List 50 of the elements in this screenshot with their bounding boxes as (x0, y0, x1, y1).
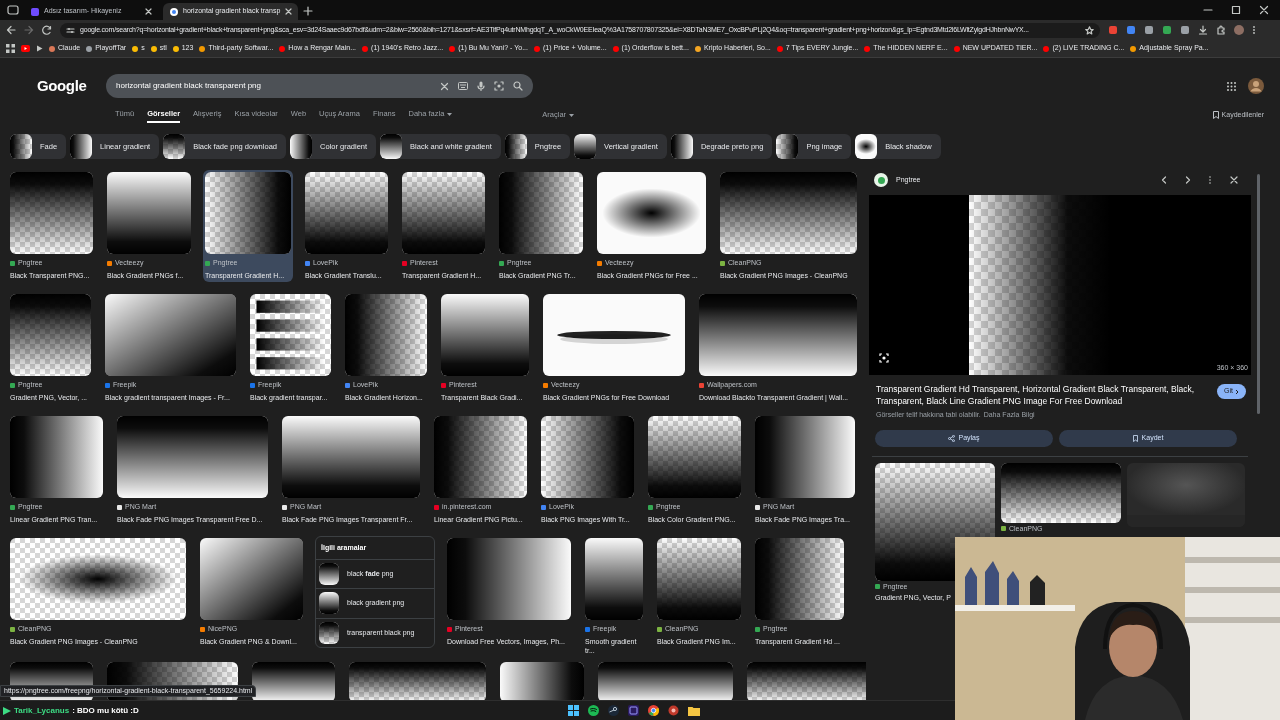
site-info-icon[interactable] (66, 25, 75, 35)
bookmark-icon (1212, 111, 1219, 119)
site-logo-icon (874, 173, 888, 187)
caret-icon (447, 112, 453, 116)
tab-list-icon[interactable] (6, 3, 20, 17)
more-options-icon[interactable] (1208, 176, 1212, 184)
scrollbar-thumb[interactable] (1256, 174, 1260, 414)
chat-message: : BDO mu kötü :D (72, 704, 139, 717)
folder-icon[interactable] (688, 705, 700, 716)
google-logo[interactable]: Google (37, 74, 106, 98)
keyboard-icon[interactable] (458, 82, 468, 90)
play-icon[interactable] (36, 45, 43, 52)
search-icon[interactable] (513, 81, 523, 91)
avatar-icon[interactable] (1234, 25, 1244, 35)
previous-icon[interactable] (1160, 176, 1168, 184)
reload-icon[interactable] (42, 25, 52, 35)
lens-icon[interactable] (879, 353, 889, 363)
close-icon[interactable] (1230, 176, 1238, 184)
next-icon[interactable] (1184, 176, 1192, 184)
chrome-icon[interactable] (648, 705, 659, 716)
result-title[interactable]: Transparent Gradient Hd Transparent, Horizontal Gradient Black Transparent, Black, Transparent, Black Line Gradient PNG Image For Free Download (876, 383, 1210, 407)
youtube-icon[interactable] (21, 45, 30, 52)
share-icon (948, 434, 956, 442)
menu-icon[interactable] (1252, 25, 1256, 35)
app-icon[interactable] (668, 705, 679, 716)
steam-icon[interactable] (608, 705, 619, 716)
chat-username: Tarik_Lycanus (14, 704, 70, 717)
clear-icon[interactable] (440, 81, 449, 91)
windows-start-icon[interactable] (568, 705, 579, 716)
apps-grid-icon[interactable] (6, 44, 15, 53)
close-icon[interactable] (145, 8, 152, 15)
avatar-icon[interactable] (1248, 78, 1264, 94)
camera-lens-icon[interactable] (494, 81, 504, 91)
star-icon[interactable] (1085, 25, 1094, 35)
search-field[interactable]: horizontal gradient black transparent png (106, 74, 533, 98)
favicon-icon (31, 7, 39, 16)
chat-icon (3, 706, 11, 715)
apps-grid-icon[interactable] (1227, 81, 1236, 91)
new-tab-icon[interactable] (302, 5, 314, 17)
close-icon[interactable] (1258, 4, 1270, 16)
download-icon[interactable] (1198, 25, 1208, 35)
google-icon (170, 7, 178, 16)
back-icon[interactable] (6, 25, 16, 35)
close-icon[interactable] (285, 8, 293, 15)
spotify-icon[interactable] (588, 705, 599, 716)
chevron-icon (1235, 388, 1239, 395)
bookmark-icon (1132, 434, 1138, 442)
maximize-icon[interactable] (1230, 4, 1242, 16)
caret-icon (569, 113, 575, 117)
microphone-icon[interactable] (477, 81, 485, 91)
